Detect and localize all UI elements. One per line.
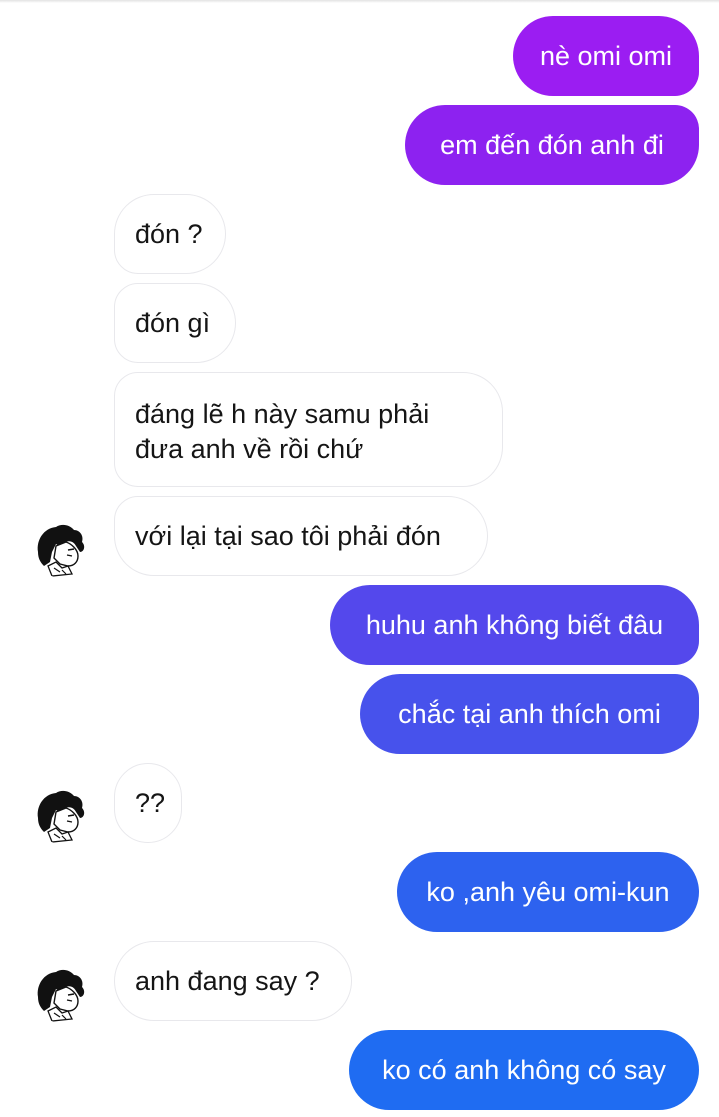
- top-divider: [0, 0, 719, 3]
- message-text: đáng lẽ h này samu phải đưa anh về rồi c…: [135, 398, 430, 464]
- received-message-bubble[interactable]: đón ?: [114, 194, 226, 274]
- message-text: nè omi omi: [539, 40, 673, 71]
- received-message-bubble[interactable]: đáng lẽ h này samu phải đưa anh về rồi c…: [114, 372, 503, 487]
- contact-avatar[interactable]: [34, 967, 90, 1023]
- message-text: chắc tại anh thích omi: [398, 698, 661, 729]
- received-message-bubble[interactable]: đón gì: [114, 283, 236, 363]
- sent-message-bubble[interactable]: nè omi omi: [513, 16, 699, 96]
- anime-character-avatar-icon: [34, 522, 90, 578]
- sent-message-bubble[interactable]: em đến đón anh đi: [405, 105, 699, 185]
- anime-character-avatar-icon: [34, 967, 90, 1023]
- sent-message-bubble[interactable]: ko ,anh yêu omi-kun: [397, 852, 699, 932]
- message-text: với lại tại sao tôi phải đón: [135, 520, 441, 551]
- contact-avatar[interactable]: [34, 788, 90, 844]
- message-text: anh đang say ?: [135, 965, 320, 996]
- message-text: huhu anh không biết đâu: [365, 609, 664, 640]
- sent-message-bubble[interactable]: ko có anh không có say: [349, 1030, 699, 1110]
- received-message-bubble[interactable]: anh đang say ?: [114, 941, 352, 1021]
- message-text: em đến đón anh đi: [440, 129, 664, 160]
- sent-message-bubble[interactable]: chắc tại anh thích omi: [360, 674, 699, 754]
- message-text: ko có anh không có say: [382, 1054, 666, 1085]
- message-text: ??: [135, 787, 166, 818]
- message-text: đón ?: [135, 218, 203, 249]
- received-message-bubble[interactable]: ??: [114, 763, 182, 843]
- anime-character-avatar-icon: [34, 788, 90, 844]
- message-text: ko ,anh yêu omi-kun: [426, 876, 670, 907]
- contact-avatar[interactable]: [34, 522, 90, 578]
- received-message-bubble[interactable]: với lại tại sao tôi phải đón: [114, 496, 488, 576]
- chat-screen: nè omi omi em đến đón anh đi đón ? đón g…: [0, 0, 719, 1117]
- sent-message-bubble[interactable]: huhu anh không biết đâu: [330, 585, 699, 665]
- message-text: đón gì: [135, 307, 211, 338]
